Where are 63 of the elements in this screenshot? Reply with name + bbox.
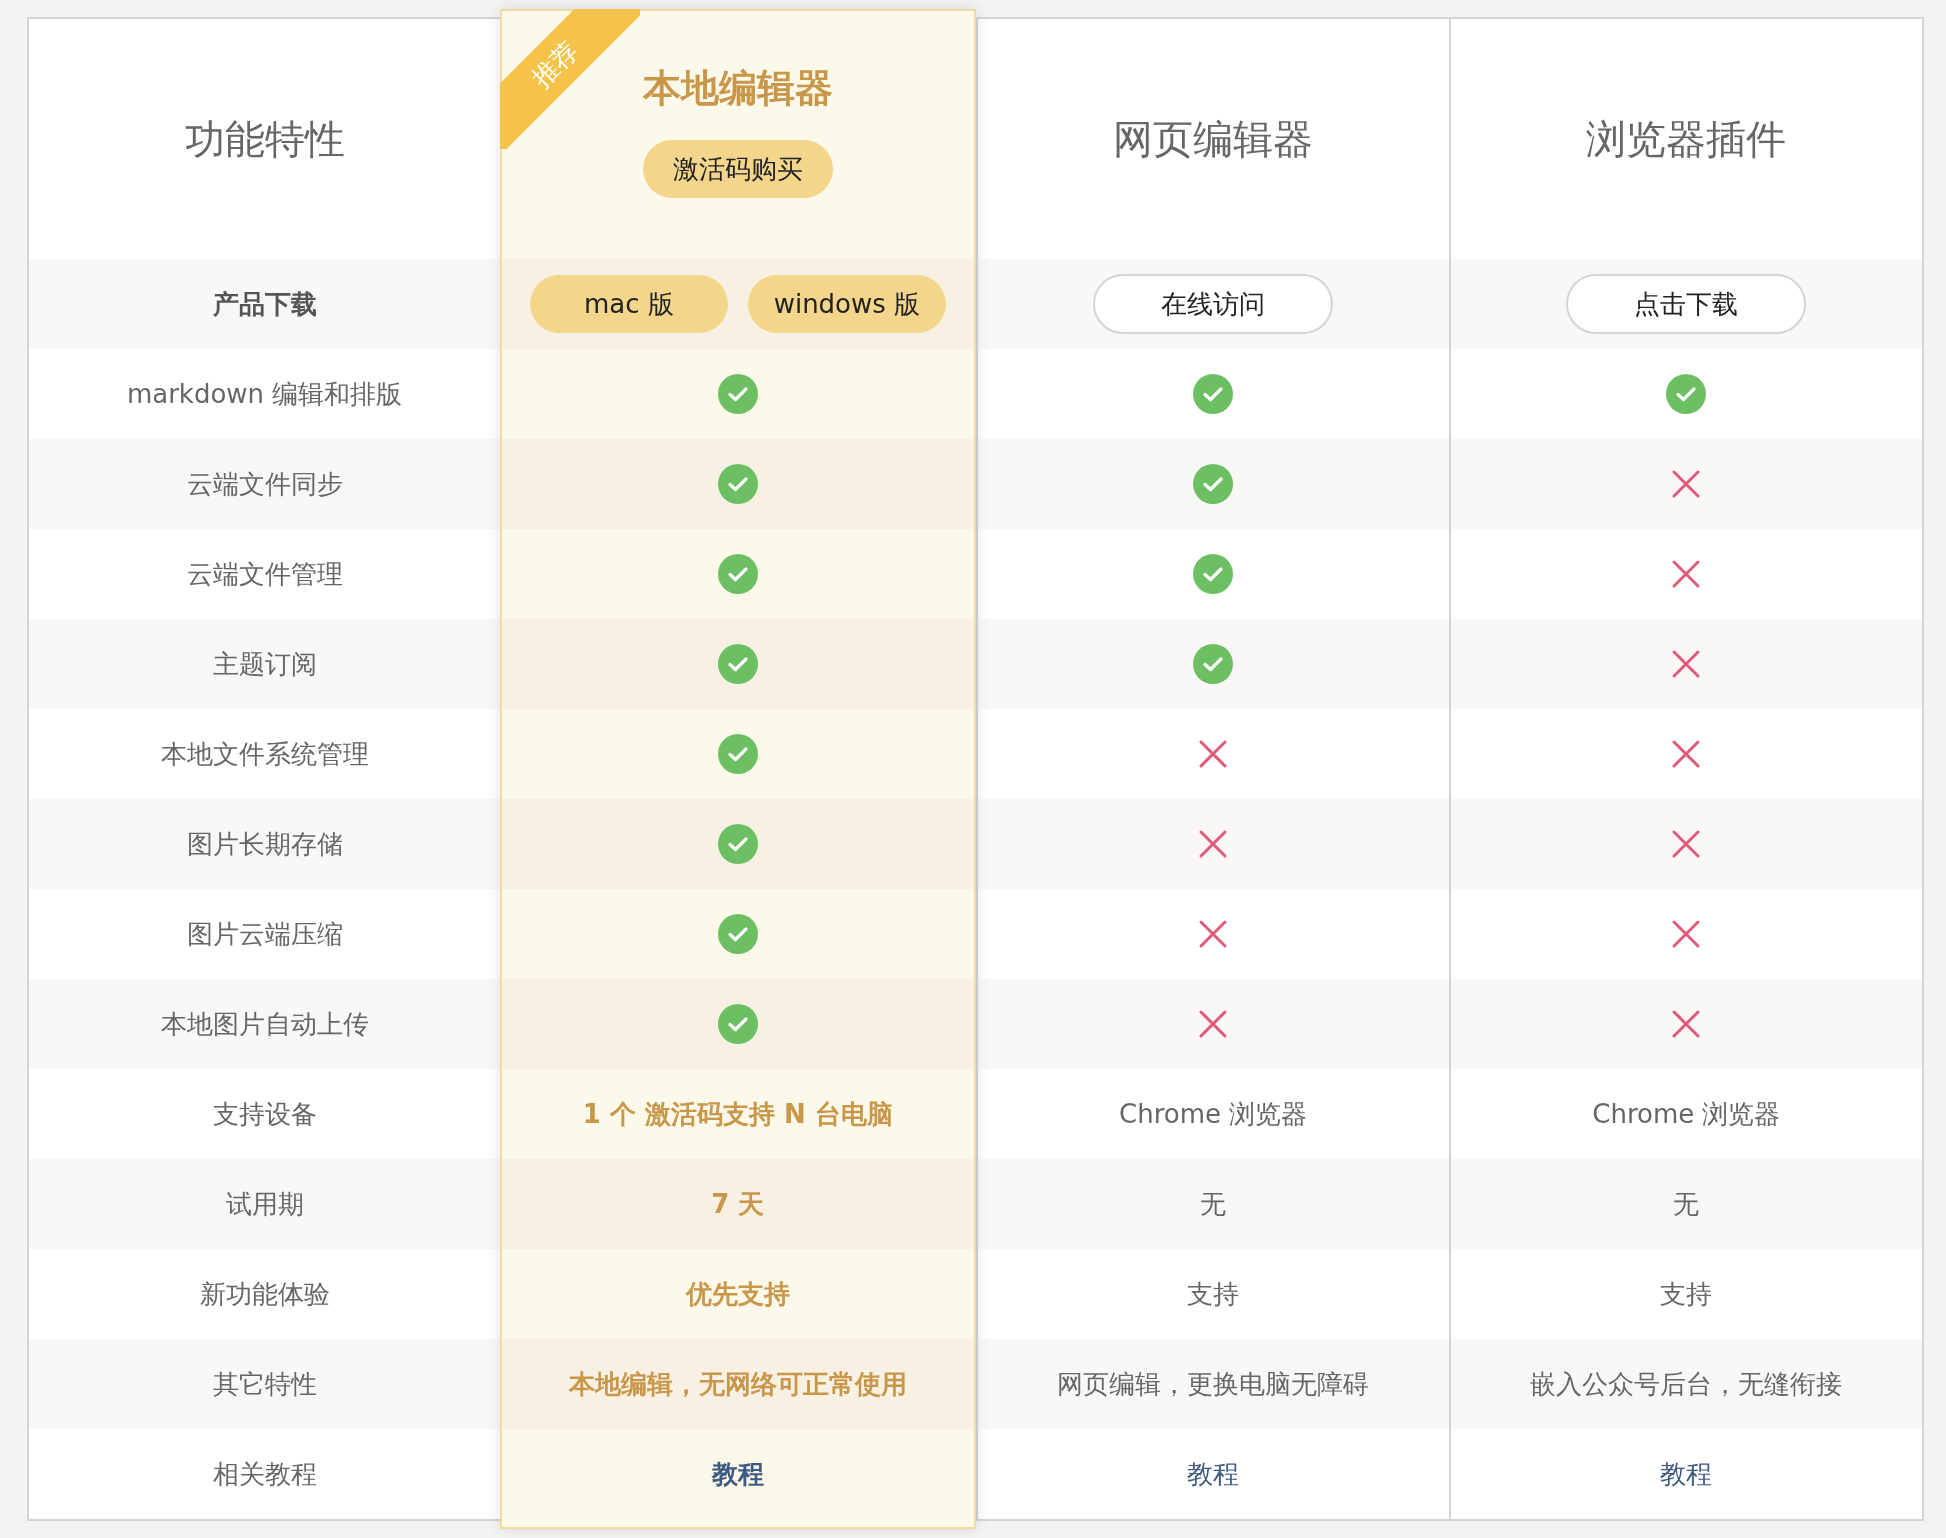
- cross-icon: [1671, 469, 1702, 499]
- cell-text: 无: [1200, 1187, 1227, 1221]
- check-icon: [717, 824, 758, 864]
- row-label: 新功能体验: [199, 1277, 330, 1311]
- check-icon: [717, 914, 758, 954]
- check-icon: [1666, 374, 1707, 414]
- cell-text: 嵌入公众号后台，无缝衔接: [1530, 1367, 1843, 1401]
- row-label: 试用期: [225, 1187, 304, 1221]
- cell-text: 本地编辑，无网络可正常使用: [568, 1367, 907, 1401]
- check-icon: [1193, 374, 1234, 414]
- download-button[interactable]: windows 版: [747, 275, 946, 333]
- cross-icon: [1671, 1009, 1702, 1039]
- cross-icon: [1671, 919, 1702, 949]
- row-label: 云端文件同步: [186, 467, 343, 501]
- product-title: 网页编辑器: [1113, 114, 1314, 164]
- cell-text: 1 个 激活码支持 N 台电脑: [582, 1097, 893, 1131]
- download-button[interactable]: mac 版: [529, 275, 728, 333]
- product-title: 本地编辑器: [642, 65, 833, 112]
- check-icon: [1193, 464, 1234, 504]
- cell-text: 支持: [1660, 1277, 1713, 1311]
- tutorial-link[interactable]: 教程: [711, 1456, 764, 1492]
- row-label: 图片云端压缩: [186, 917, 343, 951]
- cell-text: 网页编辑，更换电脑无障碍: [1057, 1367, 1370, 1401]
- column-title: 功能特性: [184, 114, 345, 164]
- cross-icon: [1671, 739, 1702, 769]
- product-title: 浏览器插件: [1586, 114, 1787, 164]
- check-icon: [717, 554, 758, 594]
- check-icon: [717, 644, 758, 684]
- tutorial-link[interactable]: 教程: [1187, 1456, 1240, 1492]
- tutorial-link[interactable]: 教程: [1660, 1456, 1713, 1492]
- cross-icon: [1198, 829, 1229, 859]
- download-button[interactable]: 点击下载: [1566, 274, 1807, 334]
- download-button[interactable]: 在线访问: [1093, 274, 1334, 334]
- row-label: 图片长期存储: [186, 827, 343, 861]
- cross-icon: [1671, 829, 1702, 859]
- row-label: 其它特性: [212, 1367, 317, 1401]
- check-icon: [717, 734, 758, 774]
- check-icon: [717, 1004, 758, 1044]
- check-icon: [717, 374, 758, 414]
- row-label: 云端文件管理: [186, 557, 343, 591]
- recommended-ribbon: 推荐: [500, 9, 641, 149]
- row-label: 产品下载: [212, 287, 317, 321]
- row-label: 支持设备: [212, 1097, 317, 1131]
- cell-text: Chrome 浏览器: [1592, 1097, 1781, 1131]
- row-label: 相关教程: [212, 1457, 317, 1491]
- cell-text: 7 天: [711, 1187, 765, 1221]
- cross-icon: [1671, 559, 1702, 589]
- cell-text: Chrome 浏览器: [1119, 1097, 1308, 1131]
- row-label: 主题订阅: [212, 647, 317, 681]
- check-icon: [717, 464, 758, 504]
- cell-text: 支持: [1187, 1277, 1240, 1311]
- check-icon: [1193, 644, 1234, 684]
- purchase-button[interactable]: 激活码购买: [642, 140, 833, 198]
- row-label: 本地文件系统管理: [160, 737, 369, 771]
- check-icon: [1193, 554, 1234, 594]
- cell-text: 优先支持: [685, 1277, 790, 1311]
- row-label: markdown 编辑和排版: [126, 377, 403, 411]
- cross-icon: [1198, 919, 1229, 949]
- cross-icon: [1198, 1009, 1229, 1039]
- cross-icon: [1198, 739, 1229, 769]
- row-label: 本地图片自动上传: [160, 1007, 369, 1041]
- cell-text: 无: [1673, 1187, 1700, 1221]
- cross-icon: [1671, 649, 1702, 679]
